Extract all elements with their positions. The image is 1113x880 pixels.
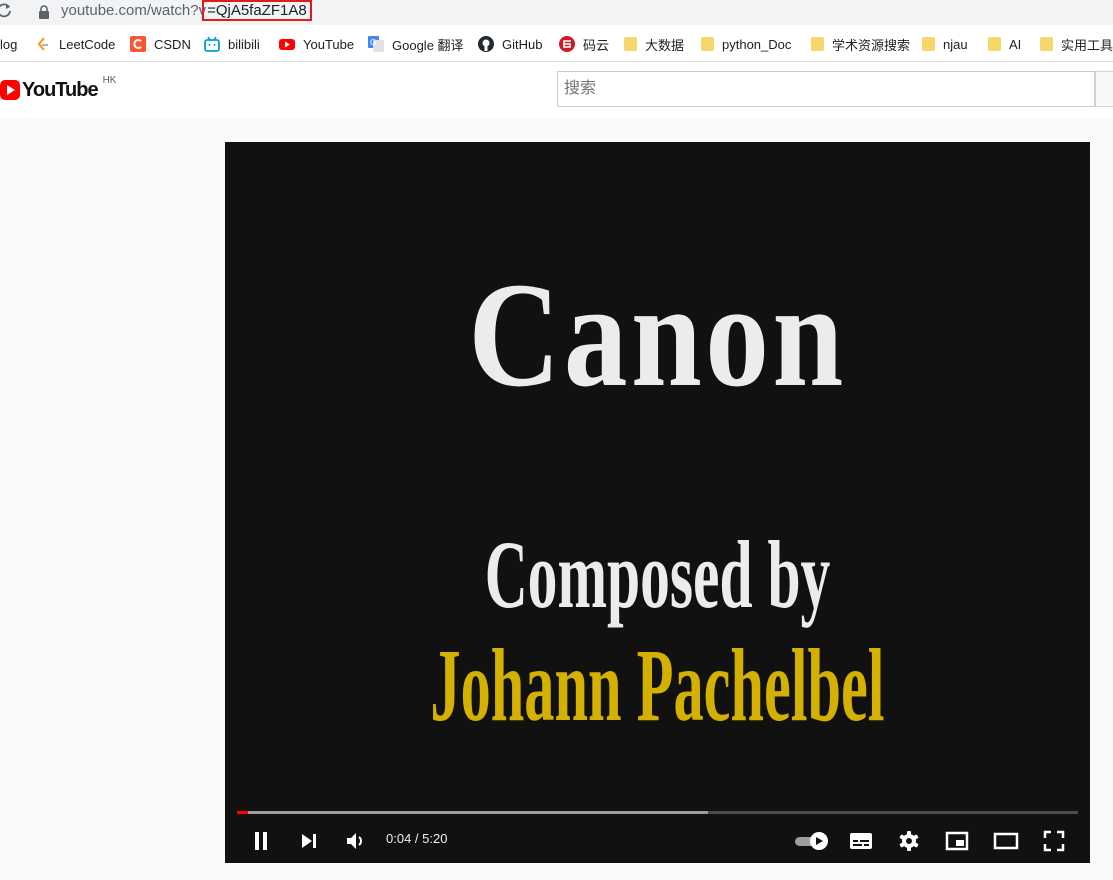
bookmark-label: python_Doc xyxy=(722,36,792,52)
region-code: HK xyxy=(102,74,117,86)
bookmark-folder-academic[interactable]: 学术资源搜索 xyxy=(811,35,910,53)
progress-buffered xyxy=(237,811,708,814)
svg-text:G: G xyxy=(370,38,376,47)
url-video-id-highlight: =QjA5faZF1A8 xyxy=(202,0,312,21)
bookmark-label: log xyxy=(0,36,18,52)
bookmark-label: CSDN xyxy=(154,36,191,52)
bookmark-label: AI xyxy=(1009,36,1022,52)
subtitles-icon xyxy=(850,833,872,849)
miniplayer-icon xyxy=(945,831,969,851)
bookmark-csdn[interactable]: CSDN xyxy=(130,35,191,53)
folder-icon xyxy=(811,37,824,51)
bookmark-github[interactable]: GitHub xyxy=(478,35,542,53)
volume-button[interactable] xyxy=(341,826,371,856)
bookmark-leetcode[interactable]: LeetCode xyxy=(35,35,115,53)
bookmark-label: bilibili xyxy=(228,36,260,52)
google-translate-icon: G xyxy=(368,36,384,52)
bookmark-gitee[interactable]: 码云 xyxy=(559,35,609,53)
folder-icon xyxy=(922,37,935,51)
pause-button[interactable] xyxy=(246,826,276,856)
bookmark-label: LeetCode xyxy=(59,36,116,52)
folder-icon xyxy=(624,37,637,51)
fullscreen-icon xyxy=(1043,830,1065,852)
search-button[interactable] xyxy=(1095,71,1113,107)
csdn-icon xyxy=(130,36,146,52)
gear-icon xyxy=(899,831,919,851)
volume-icon xyxy=(347,833,362,849)
lock-icon[interactable] xyxy=(38,5,50,19)
video-frame-subtitle: Composed by xyxy=(484,521,831,628)
address-bar-row: youtube.com/watch?v=QjA5faZF1A8 xyxy=(0,0,1113,25)
autoplay-toggle[interactable] xyxy=(793,826,831,856)
bookmark-label: GitHub xyxy=(502,36,543,52)
url-base: youtube.com/watch?v xyxy=(61,2,207,19)
search-input[interactable] xyxy=(557,71,1095,107)
bookmark-google-translate[interactable]: G Google 翻译 xyxy=(368,35,464,53)
bookmark-folder-njau[interactable]: njau xyxy=(922,35,968,53)
theater-mode-icon xyxy=(993,832,1019,850)
theater-mode-button[interactable] xyxy=(991,826,1021,856)
next-icon xyxy=(302,834,316,848)
bookmark-folder-tools[interactable]: 实用工具 xyxy=(1040,35,1113,53)
subtitles-button[interactable] xyxy=(846,826,876,856)
next-button[interactable] xyxy=(294,826,324,856)
bookmark-bilibili[interactable]: bilibili xyxy=(204,35,260,53)
youtube-play-logo-icon xyxy=(0,80,20,100)
folder-icon xyxy=(701,37,714,51)
youtube-header: YouTube HK xyxy=(0,62,1113,118)
github-icon xyxy=(478,36,494,52)
progress-played xyxy=(237,811,248,814)
bookmark-folder-ai[interactable]: AI xyxy=(988,35,1021,53)
bookmark-folder-bigdata[interactable]: 大数据 xyxy=(624,35,684,53)
youtube-logo-text: YouTube xyxy=(22,78,99,101)
bookmark-folder-python-doc[interactable]: python_Doc xyxy=(701,35,791,53)
bilibili-icon xyxy=(204,36,220,52)
video-frame-title: Canon xyxy=(468,252,847,418)
bookmark-label: 大数据 xyxy=(645,37,685,53)
bookmark-blog[interactable]: log xyxy=(0,35,17,53)
bookmark-label: njau xyxy=(943,36,968,52)
bookmark-youtube[interactable]: YouTube xyxy=(279,35,354,53)
youtube-icon xyxy=(279,39,295,50)
fullscreen-button[interactable] xyxy=(1039,826,1069,856)
folder-icon xyxy=(1040,37,1053,51)
folder-icon xyxy=(988,37,1001,51)
progress-bar[interactable] xyxy=(237,811,1078,814)
video-frame-composer: Johann Pachelbel xyxy=(430,628,885,743)
leetcode-icon xyxy=(37,37,48,51)
youtube-logo[interactable]: YouTube HK xyxy=(0,74,117,102)
bookmark-label: 实用工具 xyxy=(1061,37,1113,53)
bookmark-label: 码云 xyxy=(583,37,610,53)
bookmark-label: YouTube xyxy=(303,36,355,52)
settings-button[interactable] xyxy=(894,826,924,856)
bookmark-label: Google 翻译 xyxy=(392,37,464,53)
reload-icon[interactable] xyxy=(0,3,12,19)
bookmarks-bar: log LeetCode CSDN bilibili YouTube G Goo… xyxy=(0,25,1113,62)
gitee-icon xyxy=(559,36,575,52)
video-player[interactable]: Canon Composed by Johann Pachelbel 0:04 … xyxy=(225,142,1090,863)
url-field[interactable]: youtube.com/watch?v=QjA5faZF1A8 xyxy=(61,0,312,21)
pause-icon xyxy=(255,832,267,850)
autoplay-toggle-icon xyxy=(795,832,828,850)
bookmark-label: 学术资源搜索 xyxy=(832,37,911,53)
time-display: 0:04 / 5:20 xyxy=(386,831,448,846)
miniplayer-button[interactable] xyxy=(942,826,972,856)
